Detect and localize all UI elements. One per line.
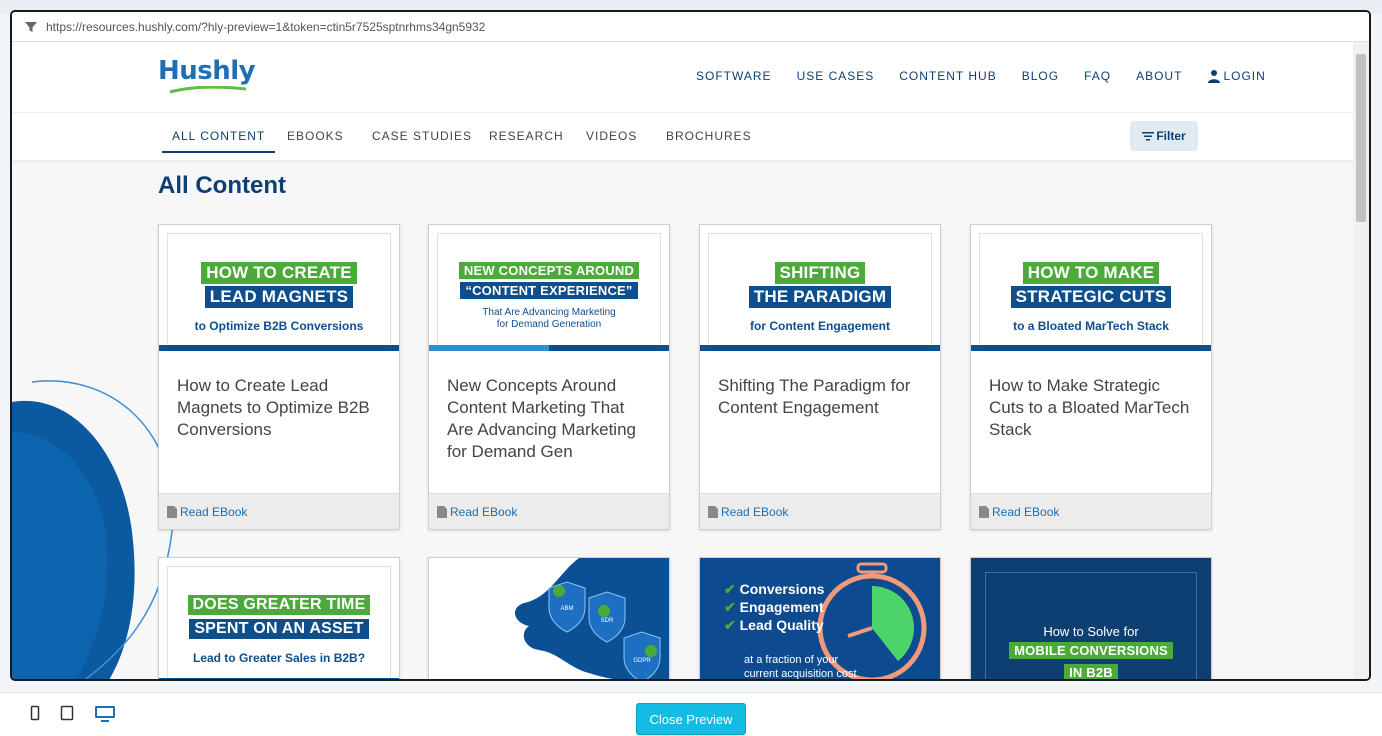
tab-brochures[interactable]: BROCHURES xyxy=(666,129,752,143)
close-preview-button[interactable]: Close Preview xyxy=(636,703,746,735)
content-card[interactable]: DOES GREATER TIME SPENT ON AN ASSET Lead… xyxy=(158,557,400,679)
read-ebook-link[interactable]: Read EBook xyxy=(721,505,788,519)
preview-window: https://resources.hushly.com/?hly-previe… xyxy=(10,10,1371,681)
site-header: Hushly SOFTWARE USE CASES CONTENT HUB BL… xyxy=(12,42,1355,112)
content-card[interactable]: ✔ Conversions ✔ Engagement ✔ Lead Qualit… xyxy=(699,557,941,680)
thumb-subtitle-2: current acquisition cost xyxy=(744,668,857,680)
tab-videos[interactable]: VIDEOS xyxy=(586,129,637,143)
thumb-headline-2: STRATEGIC CUTS xyxy=(1010,286,1172,308)
nav-login[interactable]: LOGIN xyxy=(1207,69,1265,83)
card-title[interactable]: How to Create Lead Magnets to Optimize B… xyxy=(177,375,381,441)
hushly-logo[interactable]: Hushly xyxy=(158,56,256,94)
content-card[interactable]: How to Solve for MOBILE CONVERSIONS IN B… xyxy=(970,557,1212,679)
thumb-subtitle: at a fraction of your xyxy=(744,654,839,666)
thumb-headline-3: IN B2B xyxy=(1064,664,1118,679)
thumb-subtitle: Lead to Greater Sales in B2B? xyxy=(192,651,366,665)
tablet-icon[interactable] xyxy=(60,705,74,721)
scrollbar-thumb[interactable] xyxy=(1356,54,1366,222)
card-footer: Read EBook xyxy=(159,493,399,529)
tab-case-studies[interactable]: CASE STUDIES xyxy=(372,129,472,143)
read-ebook-link[interactable]: Read EBook xyxy=(992,505,1059,519)
content-card[interactable]: HOW TO MAKE STRATEGIC CUTS to a Bloated … xyxy=(970,224,1212,530)
card-title[interactable]: How to Make Strategic Cuts to a Bloated … xyxy=(989,375,1193,441)
thumb-subtitle: to a Bloated MarTech Stack xyxy=(1013,319,1169,333)
nav-software[interactable]: SOFTWARE xyxy=(696,69,772,83)
badge-gdpr: GDPR xyxy=(633,658,651,664)
thumb-headline-1: How to Solve for xyxy=(1043,624,1139,639)
thumb-headline-1: SHIFTING xyxy=(774,262,866,284)
read-ebook-link[interactable]: Read EBook xyxy=(450,505,517,519)
tab-all-content[interactable]: ALL CONTENT xyxy=(161,129,276,153)
thumb-headline-2: SPENT ON AN ASSET xyxy=(189,619,369,639)
read-ebook-link[interactable]: Read EBook xyxy=(180,505,247,519)
shield-illustration: ABM SDR GDPR xyxy=(515,558,669,679)
thumb-headline-1: DOES GREATER TIME xyxy=(187,595,371,615)
preview-toolbar: Close Preview xyxy=(0,692,1382,736)
card-thumbnail: DOES GREATER TIME SPENT ON AN ASSET Lead… xyxy=(159,558,399,679)
logo-swoosh-icon xyxy=(169,86,247,94)
badge-sdr: SDR xyxy=(601,618,614,624)
top-navigation: SOFTWARE USE CASES CONTENT HUB BLOG FAQ … xyxy=(696,69,1266,83)
thumb-headline-2: “CONTENT EXPERIENCE” xyxy=(460,282,638,299)
page-title: All Content xyxy=(158,172,286,199)
card-title[interactable]: New Concepts Around Content Marketing Th… xyxy=(447,375,651,463)
content-tabs: ALL CONTENT EBOOKS CASE STUDIES RESEARCH… xyxy=(12,112,1355,160)
filter-lines-icon xyxy=(1142,132,1155,141)
check-engagement: Engagement xyxy=(739,599,824,615)
tab-research[interactable]: RESEARCH xyxy=(489,129,564,143)
nav-about[interactable]: ABOUT xyxy=(1136,69,1182,83)
thumb-headline-2: LEAD MAGNETS xyxy=(204,286,354,308)
card-thumbnail: SHIFTING THE PARADIGM for Content Engage… xyxy=(700,225,940,351)
card-footer: Read EBook xyxy=(971,493,1211,529)
document-icon xyxy=(437,505,447,518)
thumb-subtitle-2: for Demand Generation xyxy=(496,319,602,330)
thumb-headline-1: HOW TO CREATE xyxy=(201,262,357,284)
content-card[interactable]: HOW TO CREATE LEAD MAGNETS to Optimize B… xyxy=(158,224,400,530)
nav-content-hub[interactable]: CONTENT HUB xyxy=(899,69,996,83)
thumb-headline-1: HOW TO MAKE xyxy=(1022,262,1160,284)
card-thumbnail: NEW CONCEPTS AROUND “CONTENT EXPERIENCE”… xyxy=(429,225,669,351)
thumb-headline-1: NEW CONCEPTS AROUND xyxy=(458,262,640,279)
card-thumbnail: HOW TO MAKE STRATEGIC CUTS to a Bloated … xyxy=(971,225,1211,351)
tab-ebooks[interactable]: EBOOKS xyxy=(287,129,344,143)
card-thumbnail: HOW TO CREATE LEAD MAGNETS to Optimize B… xyxy=(159,225,399,351)
scrollbar[interactable] xyxy=(1353,42,1369,679)
url-bar[interactable]: https://resources.hushly.com/?hly-previe… xyxy=(12,12,1369,42)
filter-button[interactable]: Filter xyxy=(1130,121,1198,151)
thumb-subtitle: for Content Engagement xyxy=(750,319,890,333)
site-viewport: Hushly SOFTWARE USE CASES CONTENT HUB BL… xyxy=(12,42,1355,680)
content-card[interactable]: ABM SDR GDPR xyxy=(428,557,670,679)
content-card[interactable]: SHIFTING THE PARADIGM for Content Engage… xyxy=(699,224,941,530)
badge-abm: ABM xyxy=(560,606,573,612)
thumb-headline-2: MOBILE CONVERSIONS xyxy=(1009,642,1173,659)
document-icon xyxy=(708,505,718,518)
card-thumbnail: ABM SDR GDPR xyxy=(429,558,669,679)
login-label: LOGIN xyxy=(1223,69,1266,83)
card-footer: Read EBook xyxy=(429,493,669,529)
card-thumbnail: ✔ Conversions ✔ Engagement ✔ Lead Qualit… xyxy=(700,558,940,680)
card-title[interactable]: Shifting The Paradigm for Content Engage… xyxy=(718,375,922,419)
card-thumbnail: How to Solve for MOBILE CONVERSIONS IN B… xyxy=(971,558,1211,679)
content-card[interactable]: NEW CONCEPTS AROUND “CONTENT EXPERIENCE”… xyxy=(428,224,670,530)
check-conversions: Conversions xyxy=(739,581,825,597)
document-icon xyxy=(979,505,989,518)
document-icon xyxy=(167,505,177,518)
thumb-headline-2: THE PARADIGM xyxy=(748,286,892,308)
funnel-icon xyxy=(25,21,37,32)
filter-label: Filter xyxy=(1156,129,1186,143)
nav-blog[interactable]: BLOG xyxy=(1022,69,1059,83)
thumb-subtitle: That Are Advancing Marketing xyxy=(482,307,616,318)
user-icon xyxy=(1208,70,1221,83)
mobile-icon[interactable] xyxy=(30,705,40,721)
nav-faq[interactable]: FAQ xyxy=(1084,69,1111,83)
desktop-icon[interactable] xyxy=(94,705,116,723)
nav-use-cases[interactable]: USE CASES xyxy=(797,69,875,83)
logo-text: Hushly xyxy=(158,56,256,86)
thumb-subtitle: to Optimize B2B Conversions xyxy=(194,319,364,333)
url-text: https://resources.hushly.com/?hly-previe… xyxy=(46,19,486,34)
card-footer: Read EBook xyxy=(700,493,940,529)
check-lead-quality: Lead Quality xyxy=(739,617,824,633)
